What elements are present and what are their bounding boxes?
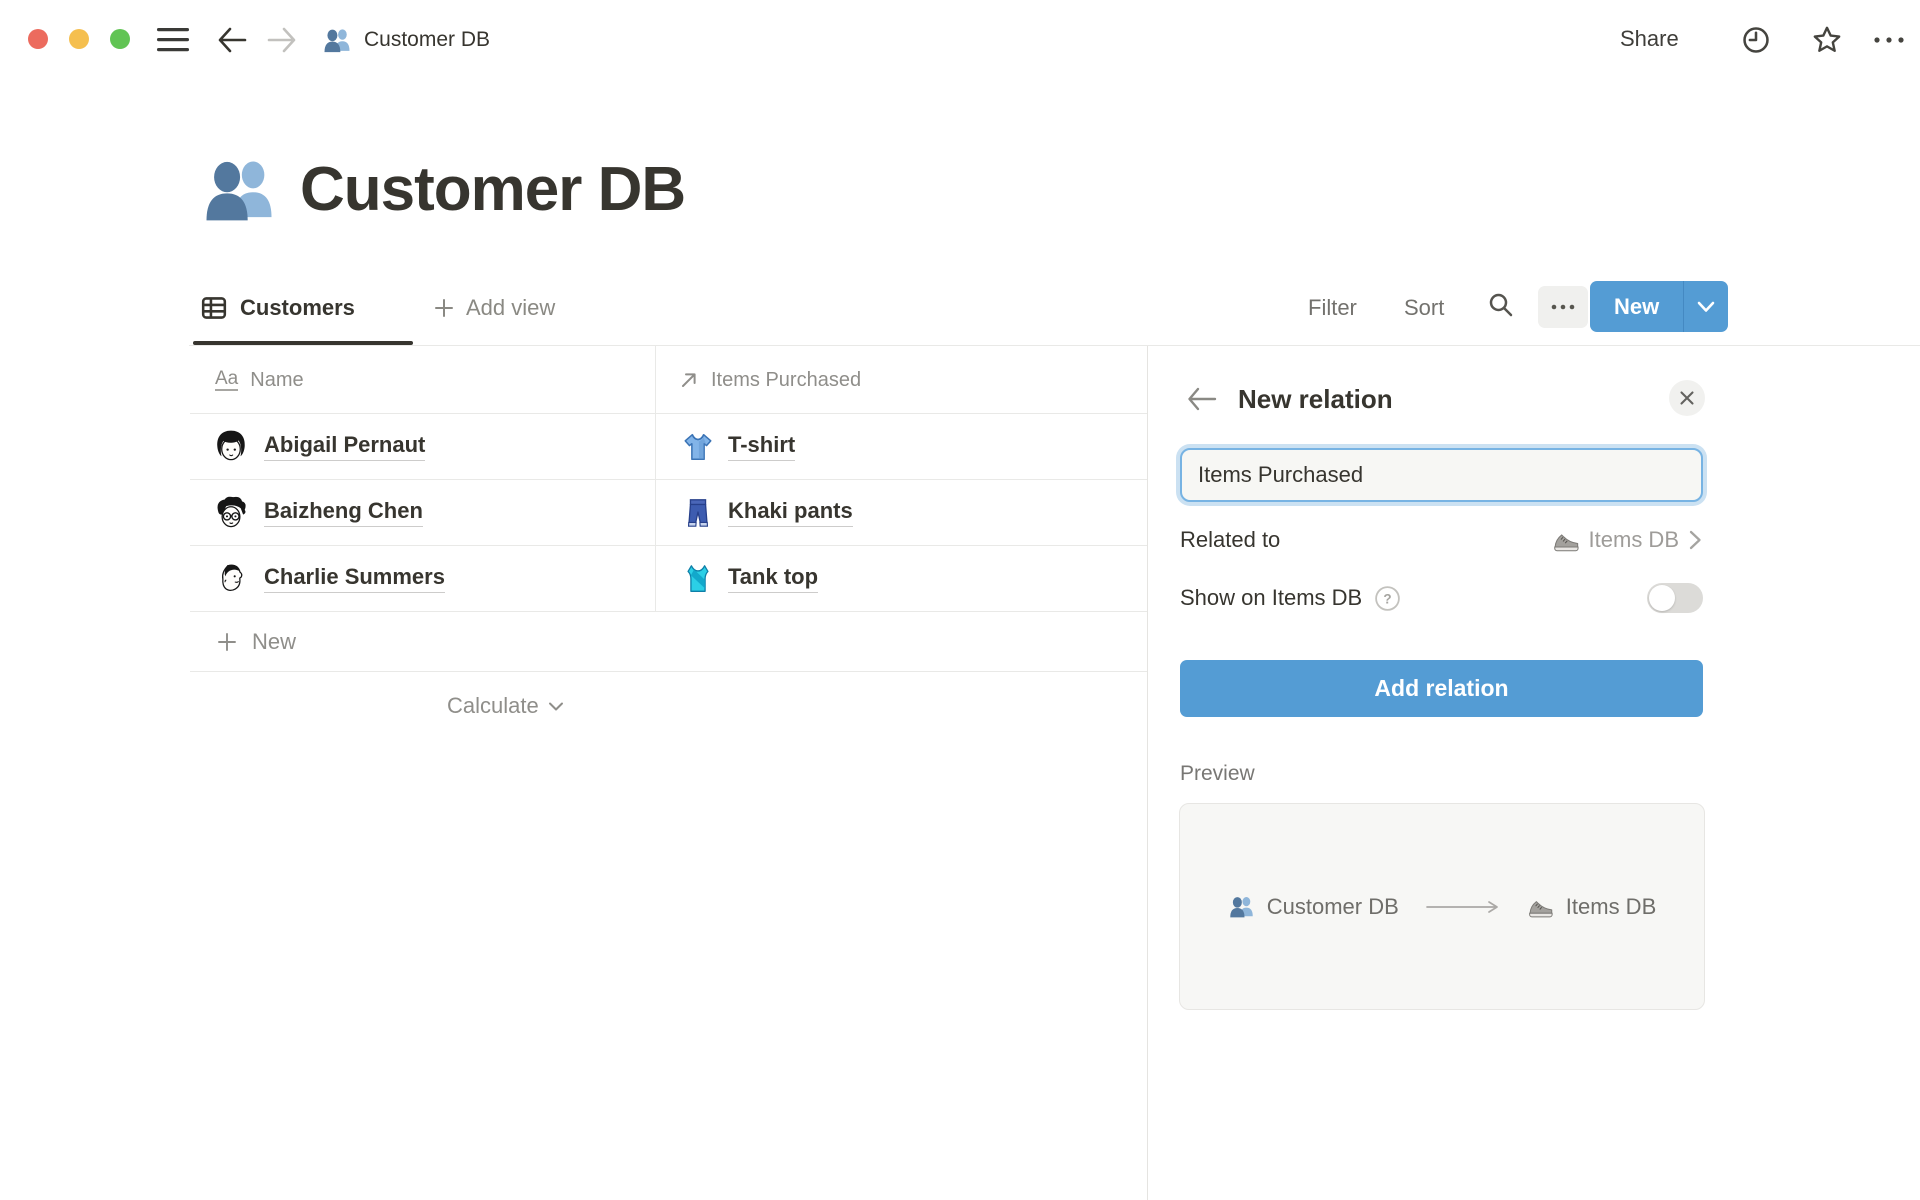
text-type-icon: Aa <box>215 369 238 391</box>
record-link[interactable]: Baizheng Chen <box>264 498 423 527</box>
table-line <box>190 671 1147 672</box>
relation-link[interactable]: Khaki pants <box>728 498 853 527</box>
curly-glasses-avatar-icon <box>212 494 250 532</box>
chevron-down-icon <box>548 701 564 712</box>
cell-items-purchased[interactable]: Tank top <box>655 562 818 596</box>
cell-name[interactable]: Charlie Summers <box>190 560 655 598</box>
show-on-row: Show on Items DB ? <box>1180 570 1703 626</box>
profile-avatar-icon <box>212 560 250 598</box>
related-to-value: Items DB <box>1589 527 1679 553</box>
busts-in-silhouette-icon[interactable] <box>200 150 278 228</box>
new-relation-panel: New relation Related to Items DB Show on… <box>1148 346 1920 1200</box>
related-to-row[interactable]: Related to Items DB <box>1180 512 1703 568</box>
search-icon[interactable] <box>1486 290 1516 320</box>
add-view-button[interactable]: Add view <box>432 288 555 328</box>
column-header-label: Items Purchased <box>711 369 861 392</box>
filter-button[interactable]: Filter <box>1308 295 1357 321</box>
relation-preview-card: Customer DB Items DB <box>1179 803 1705 1010</box>
new-button-label: New <box>1614 294 1659 320</box>
new-row-button[interactable]: New <box>190 612 1147 671</box>
column-header-items-purchased[interactable]: Items Purchased <box>678 360 861 400</box>
cell-name[interactable]: Baizheng Chen <box>190 494 655 532</box>
relation-arrow-icon <box>678 369 700 391</box>
jeans-icon <box>681 496 715 530</box>
cell-name[interactable]: Abigail Pernaut <box>190 428 655 466</box>
ellipsis-icon <box>1550 303 1576 311</box>
cell-items-purchased[interactable]: Khaki pants <box>655 496 853 530</box>
t-shirt-icon <box>681 430 715 464</box>
view-options-button[interactable] <box>1538 286 1588 328</box>
calculate-label: Calculate <box>447 693 539 719</box>
minimize-window-button[interactable] <box>69 29 89 49</box>
page-title[interactable]: Customer DB <box>300 154 685 225</box>
window-titlebar: Customer DB Share <box>0 0 1920 80</box>
close-icon <box>1678 389 1696 407</box>
busts-in-silhouette-icon <box>1228 893 1255 920</box>
hamburger-menu-icon[interactable] <box>155 26 191 53</box>
running-shirt-icon <box>681 562 715 596</box>
table-row: Abigail Pernaut T-shirt <box>190 414 1147 479</box>
preview-source-db: Customer DB <box>1267 894 1399 920</box>
toggle-knob <box>1649 585 1675 611</box>
add-relation-label: Add relation <box>1374 675 1508 701</box>
relation-link[interactable]: T-shirt <box>728 432 795 461</box>
clock-icon[interactable] <box>1740 24 1772 56</box>
new-row-label: New <box>252 629 296 655</box>
chevron-down-icon <box>1696 300 1716 314</box>
plus-icon <box>215 630 239 654</box>
show-on-toggle[interactable] <box>1647 583 1703 613</box>
column-header-label: Name <box>250 369 303 392</box>
woman-bob-avatar-icon <box>212 428 250 466</box>
related-to-label: Related to <box>1180 527 1280 553</box>
new-record-button[interactable]: New <box>1590 281 1683 332</box>
close-window-button[interactable] <box>28 29 48 49</box>
calculate-button[interactable]: Calculate <box>447 688 564 724</box>
tab-customers-label: Customers <box>240 295 355 321</box>
active-tab-underline <box>193 341 413 345</box>
more-options-icon[interactable] <box>1872 34 1906 46</box>
record-link[interactable]: Abigail Pernaut <box>264 432 425 461</box>
sneaker-icon <box>1527 893 1554 920</box>
breadcrumb[interactable]: Customer DB <box>322 24 490 56</box>
forward-icon[interactable] <box>266 25 298 55</box>
help-icon[interactable]: ? <box>1374 585 1401 612</box>
table-row: Charlie Summers Tank top <box>190 546 1147 611</box>
record-link[interactable]: Charlie Summers <box>264 564 445 593</box>
relation-name-input[interactable] <box>1180 448 1703 502</box>
busts-in-silhouette-icon <box>322 25 352 55</box>
add-view-label: Add view <box>466 295 555 321</box>
chevron-right-icon <box>1688 529 1703 551</box>
preview-target-db: Items DB <box>1566 894 1656 920</box>
svg-text:?: ? <box>1384 591 1392 606</box>
panel-close-button[interactable] <box>1669 380 1705 416</box>
column-header-name[interactable]: Aa Name <box>215 360 304 400</box>
add-relation-button[interactable]: Add relation <box>1180 660 1703 717</box>
table-view-icon <box>200 294 228 322</box>
star-icon[interactable] <box>1810 23 1844 57</box>
plus-icon <box>432 296 456 320</box>
show-on-label: Show on Items DB <box>1180 585 1362 611</box>
zoom-window-button[interactable] <box>110 29 130 49</box>
breadcrumb-title: Customer DB <box>364 28 490 52</box>
cell-items-purchased[interactable]: T-shirt <box>655 430 795 464</box>
sneaker-icon <box>1552 526 1580 554</box>
new-button-dropdown[interactable] <box>1684 281 1728 332</box>
new-record-split-button: New <box>1590 281 1728 332</box>
sort-button[interactable]: Sort <box>1404 295 1444 321</box>
table-row: Baizheng Chen Khaki pants <box>190 480 1147 545</box>
share-button[interactable]: Share <box>1620 26 1679 52</box>
panel-title: New relation <box>1238 384 1393 415</box>
long-arrow-right-icon <box>1425 900 1501 914</box>
notion-window: Customer DB Share Customer DB Customers <box>0 0 1920 1200</box>
back-icon[interactable] <box>216 25 248 55</box>
tab-customers[interactable]: Customers <box>200 288 355 328</box>
preview-label: Preview <box>1180 762 1255 786</box>
panel-back-icon[interactable] <box>1186 386 1218 412</box>
page-title-block: Customer DB <box>200 150 685 228</box>
relation-link[interactable]: Tank top <box>728 564 818 593</box>
